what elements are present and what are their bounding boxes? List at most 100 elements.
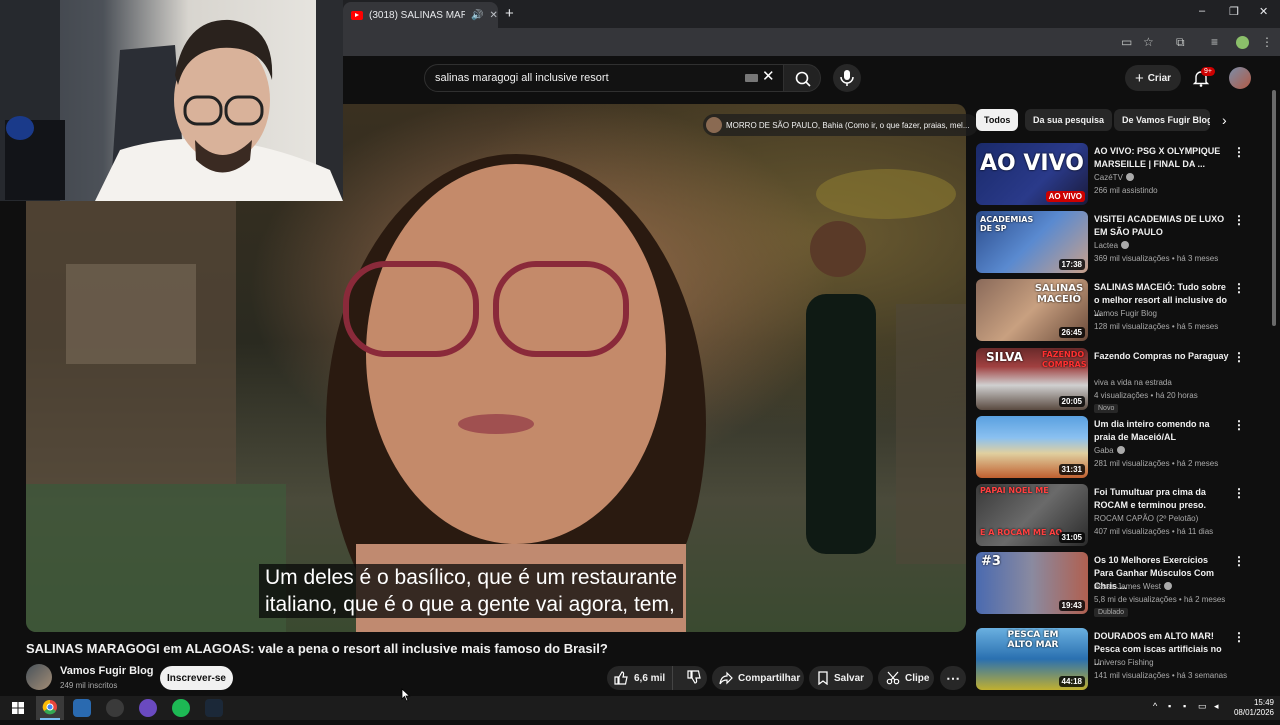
tray-app-icon[interactable]: ▪ [1168,701,1171,711]
clip-button[interactable]: Clipe [878,666,934,690]
video-thumbnail[interactable]: #3 19:43 [976,552,1088,614]
webcam-overlay [0,0,343,201]
tray-app-icon[interactable]: ▪ [1183,701,1186,711]
create-label: Criar [1147,72,1172,84]
reading-list-icon[interactable]: ≡ [1211,35,1218,49]
taskbar-clock[interactable]: 15:49 08/01/2026 [1230,698,1274,718]
reco-meta: 281 mil visualizações • há 2 meses [1094,459,1219,468]
minimize-button[interactable]: – [1199,5,1205,17]
windows-start-icon[interactable] [9,699,27,717]
chip-title: MORRO DE SÃO PAULO, Bahia (Como ir, o qu… [726,120,970,130]
video-thumbnail[interactable]: SILVA FAZENDO COMPRAS 20:05 [976,348,1088,410]
more-actions-button[interactable]: ⋯ [940,666,966,690]
channel-avatar[interactable] [26,664,52,690]
taskbar-obs-icon[interactable] [106,699,124,717]
recommended-video[interactable]: ACADEMIAS DE SP 17:38 VISITEI ACADEMIAS … [976,211,1246,275]
cast-icon[interactable]: ▭ [1121,35,1132,49]
dubbed-badge: Dublado [1094,608,1129,617]
more-vertical-icon[interactable]: ⋮ [1233,145,1245,159]
reco-title: Fazendo Compras no Paraguay [1094,351,1229,361]
video-thumbnail[interactable]: PAPAI NOEL ME E A ROCAM ME AO 31:05 [976,484,1088,546]
recommended-video[interactable]: #3 19:43 Os 10 Melhores Exercícios Para … [976,552,1246,617]
restore-button[interactable]: ❐ [1229,5,1239,18]
share-button[interactable]: Compartilhar [712,666,804,690]
create-button[interactable]: + Criar [1125,65,1181,91]
video-thumbnail[interactable]: AO VIVO AO VIVO [976,143,1088,205]
more-vertical-icon[interactable]: ⋮ [1233,350,1245,364]
voice-search-button[interactable] [833,64,861,92]
tray-chevron-up-icon[interactable]: ^ [1153,701,1157,711]
caption-line-1: Um deles é o basílico, que é um restaura… [265,566,678,589]
reco-meta: 266 mil assistindo [1094,186,1158,195]
recommended-video[interactable]: 31:31 Um dia inteiro comendo na praia de… [976,416,1246,480]
clock-date: 08/01/2026 [1233,708,1274,717]
search-input[interactable]: salinas maragogi all inclusive resort [424,64,784,92]
close-window-button[interactable]: ✕ [1259,5,1268,18]
reco-title: AO VIVO: PSG X OLYMPIQUE MARSEILLE | FIN… [1094,146,1221,169]
clear-search-icon[interactable]: ✕ [762,67,775,85]
more-vertical-icon[interactable]: ⋮ [1233,281,1245,295]
video-duration: 26:45 [1058,327,1085,338]
taskbar-discord-icon[interactable] [139,699,157,717]
reco-channel: Vamos Fugir Blog [1094,309,1157,318]
thumbnail-text: FAZENDO COMPRAS [1042,350,1087,369]
recommended-video[interactable]: SALINAS MACEIÓ 26:45 SALINAS MACEIÓ: Tud… [976,279,1246,343]
reco-channel: Jesse James West [1094,582,1172,591]
taskbar-spotify-icon[interactable] [172,699,190,717]
chrome-menu-icon[interactable]: ⋮ [1261,35,1273,49]
more-vertical-icon[interactable]: ⋮ [1233,418,1245,432]
recommended-video[interactable]: SILVA FAZENDO COMPRAS 20:05 Fazendo Comp… [976,348,1246,413]
tab-close-icon[interactable]: ✕ [489,10,497,21]
filter-chip-from-search[interactable]: Da sua pesquisa [1025,109,1113,131]
chrome-icon [40,699,60,720]
thumbnail-text: E A ROCAM ME AO [980,528,1063,537]
page-scrollbar[interactable] [1272,90,1276,326]
thumbnail-text: AO VIVO [980,151,1084,176]
search-button[interactable] [783,64,821,92]
video-thumbnail[interactable]: ACADEMIAS DE SP 17:38 [976,211,1088,273]
video-thumbnail[interactable]: 31:31 [976,416,1088,478]
recommended-video[interactable]: PAPAI NOEL ME E A ROCAM ME AO 31:05 Foi … [976,484,1246,548]
new-tab-button[interactable]: + [505,5,514,22]
live-badge: AO VIVO [1045,191,1085,202]
browser-tab[interactable]: (3018) SALINAS MARAGOGI em ALAGOAS: vale… [343,2,498,28]
thumbnail-text: SALINAS MACEIÓ [1034,283,1084,305]
video-thumbnail[interactable]: PESCA EM ALTO MAR 44:18 [976,628,1088,690]
chevron-right-icon[interactable]: › [1222,112,1227,128]
verified-icon [1163,582,1172,590]
recommended-video[interactable]: PESCA EM ALTO MAR 44:18 DOURADOS em ALTO… [976,628,1246,692]
more-vertical-icon[interactable]: ⋮ [1233,554,1245,568]
video-thumbnail[interactable]: SALINAS MACEIÓ 26:45 [976,279,1088,341]
keyboard-icon[interactable] [745,74,758,82]
filter-chip-from-channel[interactable]: De Vamos Fugir Blog [1114,109,1210,131]
extensions-icon[interactable]: ⧉ [1176,35,1185,50]
volume-icon[interactable]: ◂ [1214,701,1219,712]
profile-avatar-icon[interactable] [1236,36,1249,49]
channel-name[interactable]: Vamos Fugir Blog [60,665,154,677]
like-button[interactable]: 6,6 mil [607,666,673,690]
taskbar-app-icon[interactable] [73,699,91,717]
taskbar-steam-icon[interactable] [205,699,223,717]
taskbar-chrome-active[interactable] [36,696,64,720]
recommended-video[interactable]: AO VIVO AO VIVO AO VIVO: PSG X OLYMPIQUE… [976,143,1246,207]
notifications-badge: 9+ [1201,67,1215,76]
network-icon[interactable]: ▭ [1198,701,1207,712]
more-vertical-icon[interactable]: ⋮ [1233,630,1245,644]
dislike-button[interactable] [678,669,701,687]
more-vertical-icon[interactable]: ⋮ [1233,213,1245,227]
reco-meta: 407 mil visualizações • há 11 dias [1094,527,1214,536]
scissors-icon [886,671,900,685]
speaker-icon[interactable]: 🔊 [471,10,483,21]
bookmark-icon [818,671,828,685]
youtube-favicon-icon [351,10,363,20]
account-avatar[interactable] [1229,67,1251,89]
filter-chip-all[interactable]: Todos [976,109,1019,131]
featured-video-chip[interactable]: MORRO DE SÃO PAULO, Bahia (Como ir, o qu… [703,114,978,136]
bookmark-star-icon[interactable]: ☆ [1143,35,1154,49]
more-vertical-icon[interactable]: ⋮ [1233,486,1245,500]
verified-icon [1121,241,1130,249]
subscribe-button[interactable]: Inscrever-se [160,666,233,690]
reco-meta: 5,8 mi de visualizações • há 2 meses [1094,595,1226,604]
save-button[interactable]: Salvar [809,666,873,690]
clock-time: 15:49 [1253,698,1274,707]
